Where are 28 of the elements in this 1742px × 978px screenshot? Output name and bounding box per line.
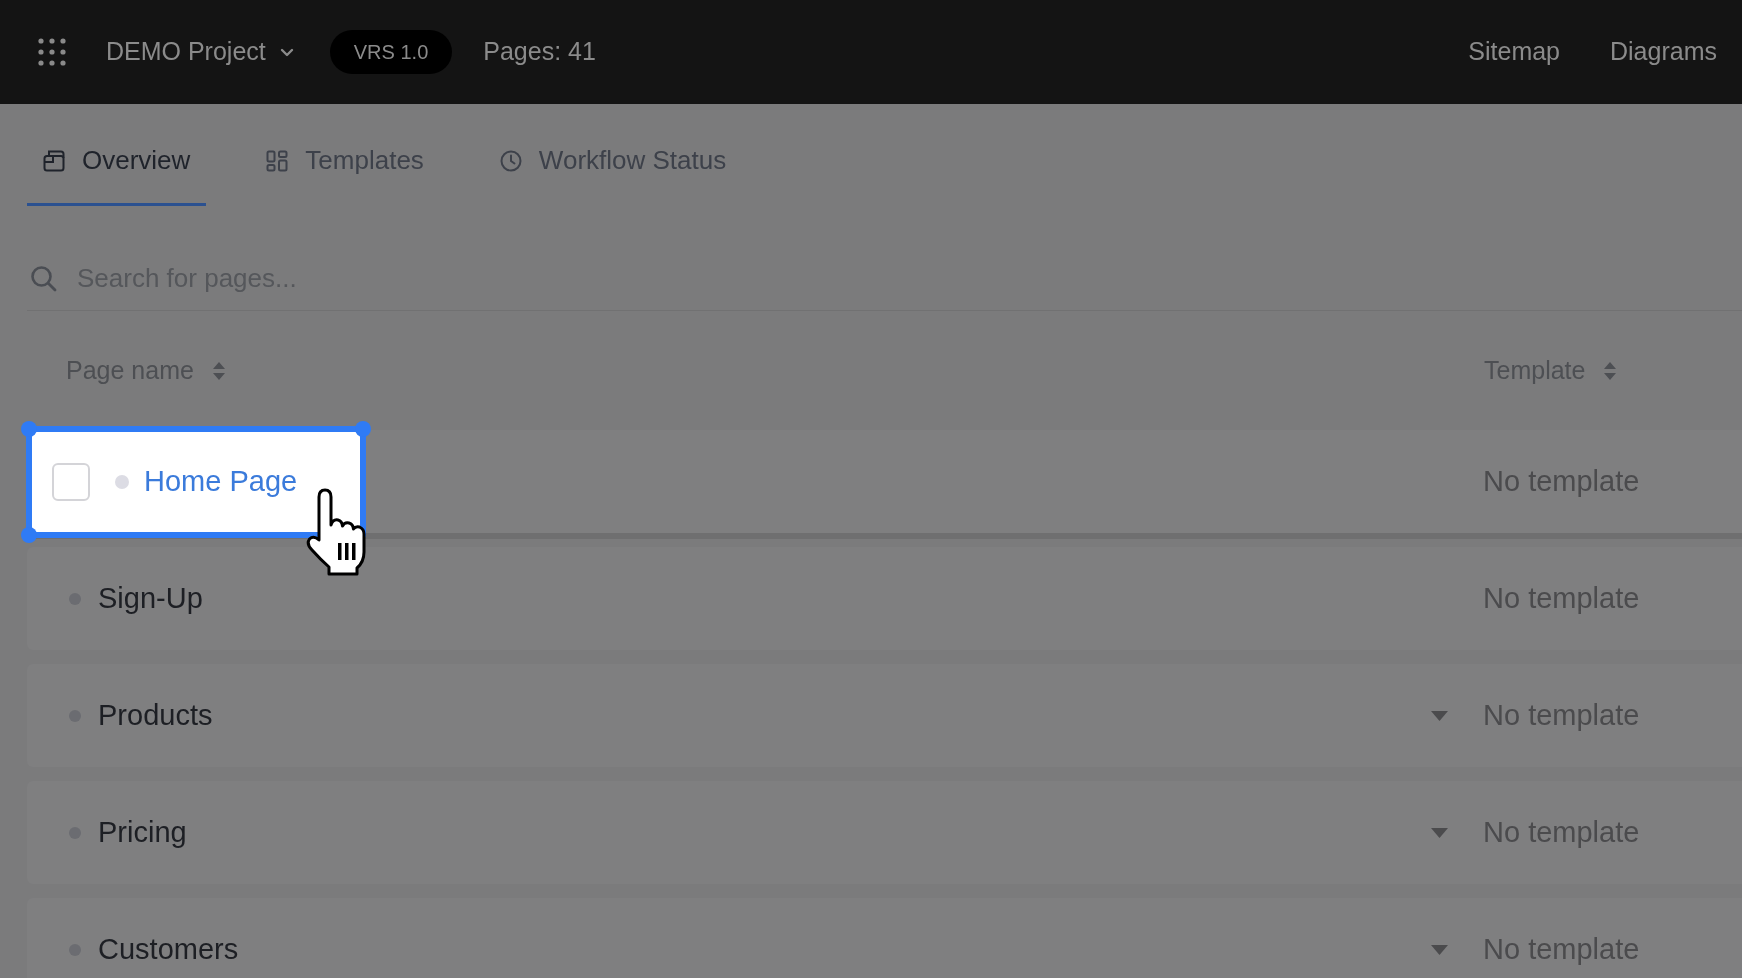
page-name[interactable]: Home Page [144, 459, 298, 504]
selection-handle-icon[interactable] [21, 420, 37, 437]
selection-handle-icon[interactable] [355, 420, 371, 437]
nav-link[interactable]: Sitemap [1468, 33, 1560, 71]
search-icon [30, 265, 57, 292]
selection-handle-icon[interactable] [21, 526, 37, 543]
caret-down-icon[interactable] [1431, 710, 1448, 721]
page-name: Pricing [98, 814, 187, 850]
checkbox[interactable] [52, 462, 90, 501]
chevron-down-icon [279, 47, 294, 57]
nav-link[interactable]: Diagrams [1610, 33, 1717, 71]
layout-icon [266, 149, 289, 172]
clock-icon [499, 149, 522, 172]
version-badge: VRS 1.0 [329, 30, 453, 74]
page-name: Sign-Up [98, 580, 203, 616]
page-name: Customers [98, 931, 239, 967]
caret-down-icon[interactable] [1431, 944, 1448, 955]
sort-icon [211, 360, 226, 381]
dots-grid-icon[interactable] [38, 38, 66, 66]
page-count: Pages: 41 [483, 36, 596, 68]
tab[interactable]: Templates [250, 118, 440, 206]
sort-icon [1603, 360, 1618, 381]
project-dropdown[interactable]: DEMO Project [106, 33, 294, 71]
page-name: Products [98, 697, 213, 733]
tab[interactable]: Overview [27, 118, 207, 206]
caret-down-icon[interactable] [1431, 827, 1448, 838]
panel-icon [43, 149, 65, 172]
tab[interactable]: Workflow Status [483, 118, 743, 206]
